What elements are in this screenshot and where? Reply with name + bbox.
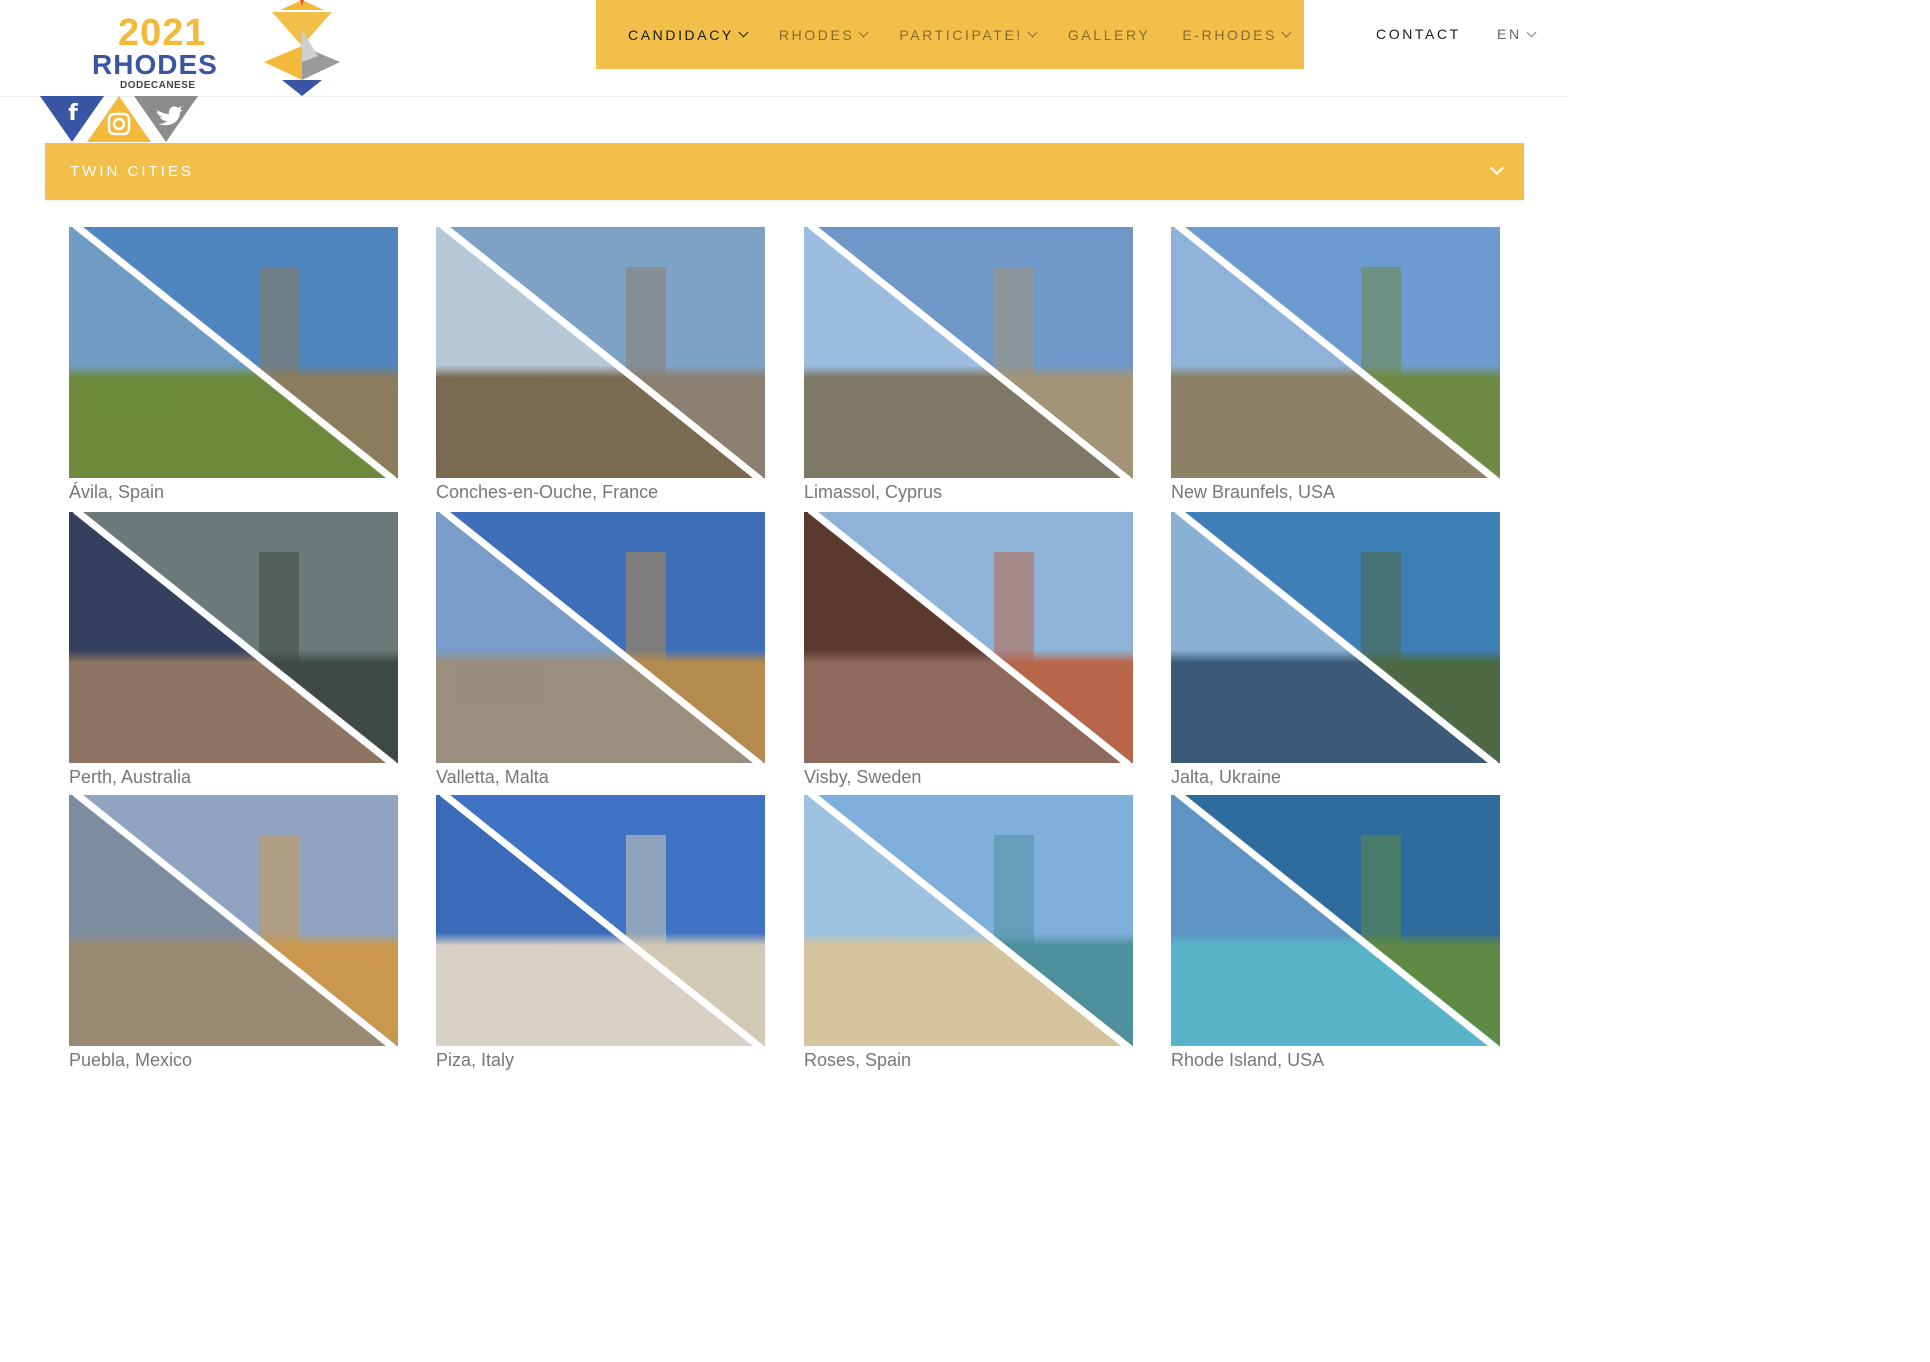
city-caption[interactable]: Perth, Australia [69, 767, 191, 788]
city-photo-collage [1171, 795, 1500, 1046]
instagram-icon [107, 112, 131, 136]
diagonal-split-photo [804, 795, 1133, 1046]
social-links: f [40, 96, 198, 150]
city-card[interactable]: Valletta, Malta [436, 512, 765, 787]
nav-item-participate[interactable]: PARTICIPATE! [899, 26, 1038, 43]
main-nav: CANDIDACY RHODES PARTICIPATE! GALLERY E-… [596, 0, 1304, 69]
city-caption[interactable]: Piza, Italy [436, 1050, 514, 1071]
section-title: TWIN CITIES [70, 163, 194, 180]
city-photo-collage [804, 512, 1133, 763]
chevron-down-icon [1027, 27, 1038, 38]
diagonal-split-photo [1171, 227, 1500, 478]
nav-item-label: GALLERY [1067, 26, 1151, 43]
nav-item-candidacy[interactable]: CANDIDACY [628, 26, 749, 43]
city-card[interactable]: Perth, Australia [69, 512, 398, 787]
nav-item-label: CANDIDACY [628, 26, 734, 43]
chevron-down-icon [1281, 27, 1292, 38]
city-card[interactable]: Rhode Island, USA [1171, 795, 1500, 1070]
diagonal-split-photo [69, 227, 398, 478]
city-caption[interactable]: Jalta, Ukraine [1171, 767, 1281, 788]
twitter-link[interactable] [140, 96, 192, 140]
facebook-icon: f [68, 101, 78, 126]
city-photo-collage [436, 512, 765, 763]
city-photo-collage [1171, 512, 1500, 763]
nav-item-rhodes[interactable]: RHODES [778, 26, 869, 43]
city-photo-collage [436, 795, 765, 1046]
logo-city: RHODES [92, 49, 218, 80]
diagonal-split-photo [436, 512, 765, 763]
language-label: EN [1497, 26, 1522, 42]
diagonal-split-photo [69, 512, 398, 763]
city-caption[interactable]: New Braunfels, USA [1171, 482, 1335, 503]
city-photo-collage [69, 795, 398, 1046]
nav-item-label: E-RHODES [1182, 26, 1278, 43]
chevron-down-icon [738, 27, 749, 38]
city-card[interactable]: Visby, Sweden [804, 512, 1133, 787]
diagonal-split-photo [804, 227, 1133, 478]
site-header: 2021 RHODES DODECANESE CANDIDACY RHODES … [0, 0, 1568, 97]
city-photo-collage [69, 512, 398, 763]
logo-region: DODECANESE [120, 80, 196, 91]
chevron-down-icon [858, 27, 869, 38]
city-card[interactable]: Conches-en-Ouche, France [436, 227, 765, 502]
diagonal-split-photo [436, 795, 765, 1046]
diagonal-split-photo [804, 512, 1133, 763]
diagonal-split-photo [436, 227, 765, 478]
city-photo-collage [69, 227, 398, 478]
city-photo-collage [1171, 227, 1500, 478]
diagonal-split-photo [1171, 795, 1500, 1046]
chevron-down-icon [1489, 160, 1505, 176]
nav-item-label: RHODES [778, 26, 855, 43]
chevron-down-icon [1526, 27, 1537, 37]
city-card[interactable]: New Braunfels, USA [1171, 227, 1500, 502]
city-card[interactable]: Piza, Italy [436, 795, 765, 1070]
city-caption[interactable]: Conches-en-Ouche, France [436, 482, 658, 503]
city-caption[interactable]: Limassol, Cyprus [804, 482, 942, 503]
city-caption[interactable]: Puebla, Mexico [69, 1050, 192, 1071]
twin-cities-accordion-header[interactable]: TWIN CITIES [45, 143, 1524, 200]
city-card[interactable]: Ávila, Spain [69, 227, 398, 502]
facebook-link[interactable]: f [47, 96, 99, 140]
twitter-icon [155, 106, 183, 126]
svg-text:f: f [68, 101, 78, 126]
city-card[interactable]: Jalta, Ukraine [1171, 512, 1500, 787]
city-caption[interactable]: Valletta, Malta [436, 767, 549, 788]
city-photo-collage [804, 795, 1133, 1046]
nav-item-label: PARTICIPATE! [899, 26, 1023, 43]
city-caption[interactable]: Ávila, Spain [69, 482, 164, 503]
nav-item-gallery[interactable]: GALLERY [1068, 27, 1151, 43]
language-selector[interactable]: EN [1497, 26, 1537, 42]
city-caption[interactable]: Roses, Spain [804, 1050, 911, 1071]
city-caption[interactable]: Visby, Sweden [804, 767, 921, 788]
contact-link[interactable]: CONTACT [1376, 26, 1461, 42]
city-caption[interactable]: Rhode Island, USA [1171, 1050, 1324, 1071]
city-photo-collage [804, 227, 1133, 478]
city-photo-collage [436, 227, 765, 478]
twin-cities-grid: Ávila, Spain Conches-en-Ouche, France Lima… [69, 227, 1500, 1087]
diagonal-split-photo [69, 795, 398, 1046]
logo-mark-icon [264, 0, 340, 96]
city-card[interactable]: Roses, Spain [804, 795, 1133, 1070]
diagonal-split-photo [1171, 512, 1500, 763]
city-card[interactable]: Puebla, Mexico [69, 795, 398, 1070]
city-card[interactable]: Limassol, Cyprus [804, 227, 1133, 502]
nav-item-e-rhodes[interactable]: E-RHODES [1182, 26, 1292, 43]
